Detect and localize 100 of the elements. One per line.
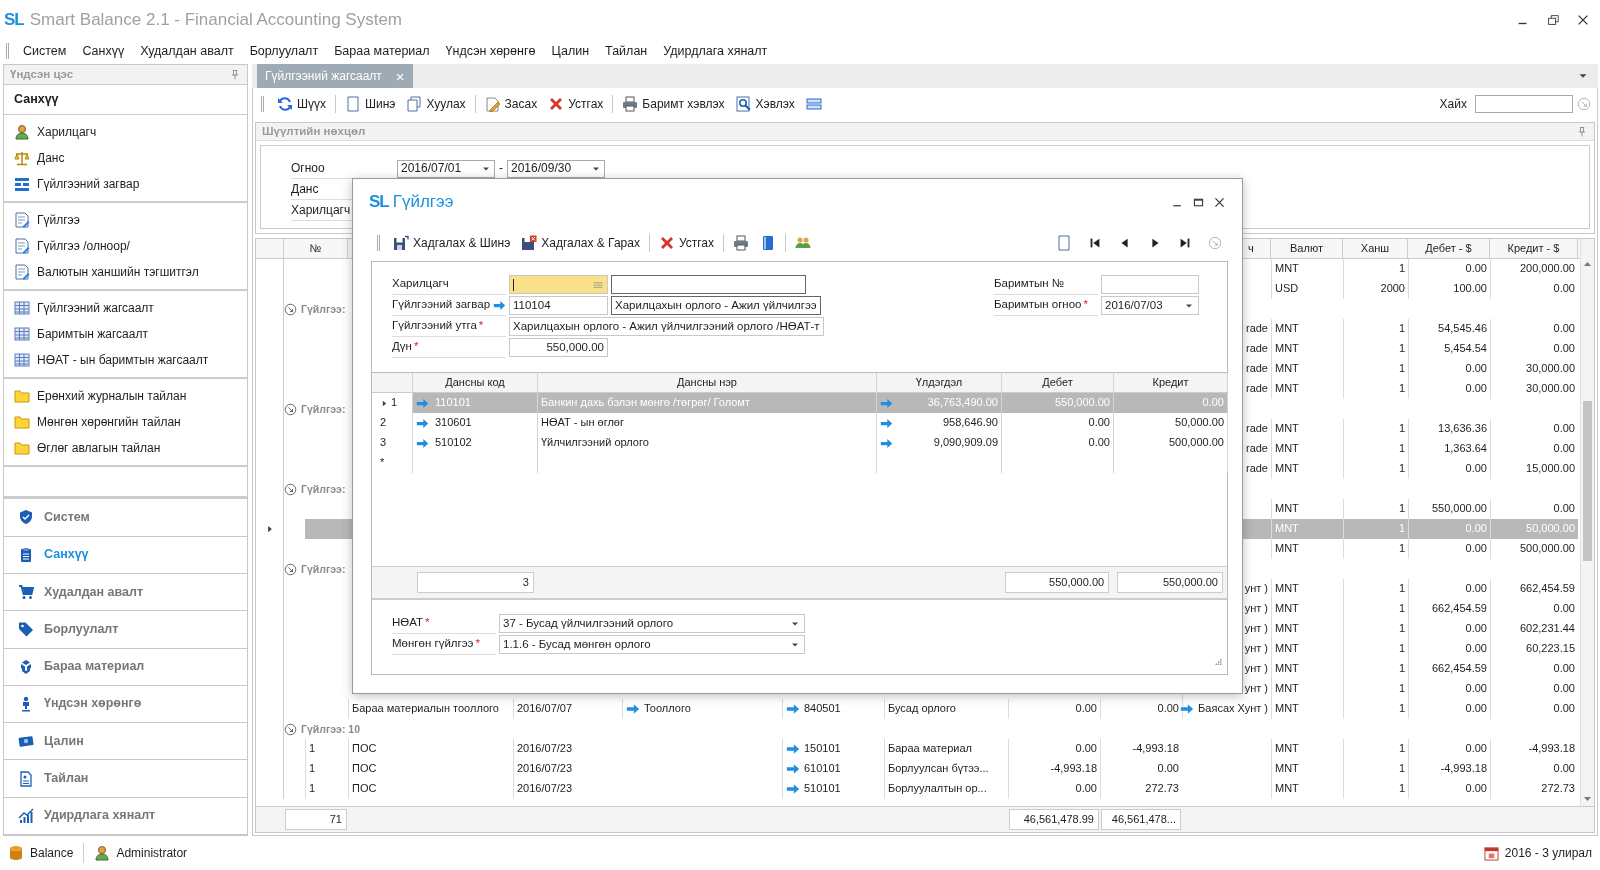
sidebar-item[interactable]: Валютын ханшийн тэгшитгэл bbox=[4, 259, 247, 285]
close-icon[interactable] bbox=[1213, 195, 1226, 209]
column-header[interactable]: Дебет bbox=[1042, 375, 1073, 390]
arrow-icon[interactable] bbox=[880, 436, 893, 450]
table-cell: 0.00 bbox=[1465, 642, 1487, 656]
table-cell: 0.00 bbox=[1465, 462, 1487, 476]
table-cell: 0.00 bbox=[1202, 396, 1224, 410]
table-cell: ПОС bbox=[352, 782, 377, 796]
toolbar-button[interactable]: Хадгалах & Гарах bbox=[517, 233, 644, 253]
dropdown-field[interactable]: 37 - Бусад үйлчилгээний орлого bbox=[499, 614, 805, 633]
toolbar-button[interactable]: Шүүх bbox=[273, 94, 330, 114]
go-icon[interactable] bbox=[1208, 236, 1222, 250]
column-header[interactable]: Дебет - $ bbox=[1425, 241, 1472, 256]
scroll-thumb[interactable] bbox=[1583, 401, 1592, 561]
input-field[interactable] bbox=[509, 275, 608, 294]
menu-item[interactable]: Тайлан bbox=[597, 43, 656, 59]
column-header[interactable]: Дансны код bbox=[445, 375, 505, 390]
table-cell: MNT bbox=[1275, 442, 1299, 456]
date-field[interactable]: 2016/07/03 bbox=[1101, 296, 1199, 315]
collapse-icon[interactable] bbox=[284, 402, 297, 416]
date-field[interactable]: 2016/09/30 bbox=[507, 159, 605, 178]
column-header[interactable]: Кредит - $ bbox=[1507, 241, 1560, 256]
menu-item[interactable]: Систем bbox=[15, 43, 75, 59]
search-field[interactable] bbox=[1475, 95, 1573, 113]
menu-item[interactable]: Удирдлага хяналт bbox=[655, 43, 776, 59]
arrow-icon[interactable] bbox=[880, 396, 893, 410]
menu-item[interactable]: Цалин bbox=[543, 43, 598, 59]
menu-item[interactable]: Худалдан авалт bbox=[132, 43, 242, 59]
input-field[interactable] bbox=[611, 275, 806, 294]
arrow-icon[interactable] bbox=[880, 416, 893, 430]
arrow-icon[interactable] bbox=[416, 396, 429, 410]
arrow-icon[interactable] bbox=[1180, 702, 1195, 716]
input-field[interactable]: Харилцахын орлого - Ажил үйлчилгээ bbox=[611, 296, 821, 315]
sidebar-item[interactable]: Харилцагч bbox=[4, 119, 247, 145]
column-header[interactable]: Ханш bbox=[1360, 241, 1390, 256]
column-header[interactable]: ч bbox=[1248, 241, 1254, 256]
scrollbar[interactable] bbox=[1580, 239, 1594, 806]
column-header[interactable]: Кредит bbox=[1152, 375, 1189, 390]
column-header[interactable]: Үлдэгдэл bbox=[915, 375, 963, 390]
column-header[interactable]: Дансны нэр bbox=[677, 375, 737, 390]
new-page-icon[interactable] bbox=[1056, 235, 1072, 251]
scroll-up-icon[interactable] bbox=[1583, 261, 1592, 267]
toolbar-button[interactable]: Устгах bbox=[654, 233, 719, 253]
sidebar-item[interactable]: Гүйлгээ /олноор/ bbox=[4, 233, 247, 259]
collapse-icon[interactable] bbox=[284, 482, 297, 496]
sidebar-item[interactable]: Баримтын жагсаалт bbox=[4, 321, 247, 347]
table-row[interactable]: 1 110101 Банкин дахь бэлэн мөнгө /төгрөг/ Голомт 36,763,490.00 550,000.00 0.00 bbox=[372, 393, 1227, 413]
arrow-icon[interactable] bbox=[786, 742, 800, 756]
restore-icon[interactable] bbox=[1546, 13, 1560, 27]
menu-item[interactable]: Борлуулалт bbox=[241, 43, 327, 59]
toolbar-button[interactable]: Баримт хэвлэх bbox=[618, 94, 729, 114]
arrow-icon[interactable] bbox=[786, 782, 800, 796]
toolbar-button[interactable]: Хэвлэх bbox=[731, 94, 799, 114]
table-row[interactable]: 2 310601 НӨАТ - ын өглөг 958,646.90 0.00 50,000.00 bbox=[372, 413, 1227, 433]
sidebar-item[interactable]: Мөнгөн хөрөнгийн тайлан bbox=[4, 409, 247, 435]
go-icon[interactable] bbox=[1577, 97, 1591, 111]
arrow-icon[interactable] bbox=[786, 762, 800, 776]
menu-item[interactable]: Үндсэн хөрөнгө bbox=[437, 43, 544, 59]
sidebar-item[interactable]: Гүйлгээний загвар bbox=[4, 171, 247, 197]
column-header[interactable]: № bbox=[309, 241, 322, 256]
input-field[interactable]: 550,000.00 bbox=[509, 338, 608, 357]
toolbar-button[interactable]: Засах bbox=[480, 94, 542, 114]
collapse-icon[interactable] bbox=[284, 302, 297, 316]
table-row[interactable]: 3 510102 Үйлчилгээний орлого 9,090,909.09 0.00 500,000.00 bbox=[372, 433, 1227, 453]
pin-icon[interactable] bbox=[1576, 125, 1588, 138]
toolbar-button[interactable]: Шинэ bbox=[341, 94, 400, 114]
shield-icon bbox=[18, 509, 34, 526]
table-cell: MNT bbox=[1275, 782, 1299, 796]
input-field[interactable]: Харилцахын орлого - Ажил үйлчилгээний орлого /НӨАТ-т bbox=[509, 317, 824, 336]
input-field[interactable] bbox=[1101, 275, 1199, 294]
sidebar-item[interactable]: НӨАТ - ын баримтын жагсаалт bbox=[4, 347, 247, 373]
menu-item[interactable]: Бараа материал bbox=[326, 43, 438, 59]
date-field[interactable]: 2016/07/01 bbox=[397, 159, 495, 178]
close-icon[interactable] bbox=[1576, 13, 1590, 27]
sidebar-item[interactable]: Ерөнхий журналын тайлан bbox=[4, 383, 247, 409]
input-field[interactable]: 110104 bbox=[509, 296, 608, 315]
table-cell: 100.00 bbox=[1453, 282, 1487, 296]
column-header[interactable]: Валют bbox=[1290, 241, 1323, 256]
scroll-down-icon[interactable] bbox=[1583, 796, 1592, 802]
sidebar-item[interactable]: Өглөг авлагын тайлан bbox=[4, 435, 247, 461]
collapse-icon[interactable] bbox=[284, 722, 297, 736]
pin-icon[interactable] bbox=[229, 68, 241, 81]
last-icon[interactable] bbox=[1178, 236, 1192, 250]
collapse-icon[interactable] bbox=[284, 562, 297, 576]
arrow-icon[interactable] bbox=[786, 702, 800, 716]
toolbar-button[interactable]: Хуулах bbox=[402, 94, 470, 114]
menu-item[interactable]: Санхүү bbox=[74, 43, 133, 59]
arrow-icon[interactable] bbox=[626, 702, 640, 716]
arrow-icon[interactable] bbox=[416, 436, 429, 450]
arrow-icon[interactable] bbox=[416, 416, 429, 430]
sidebar-item[interactable]: Данс bbox=[4, 145, 247, 171]
sidebar-item[interactable]: Гүйлгээ bbox=[4, 207, 247, 233]
arrow-icon[interactable] bbox=[493, 298, 506, 312]
dropdown-field[interactable]: 1.1.6 - Бусад мөнгөн орлого bbox=[499, 635, 805, 654]
toolbar-button[interactable]: Хадгалах & Шинэ bbox=[389, 233, 515, 253]
toolbar-button[interactable]: Устгах bbox=[544, 94, 608, 114]
sidebar-item[interactable]: Гүйлгээний жагсаалт bbox=[4, 295, 247, 321]
table-cell: 1 bbox=[1398, 662, 1405, 676]
status-text[interactable]: 2016 - 3 улирал bbox=[1504, 845, 1592, 861]
first-icon[interactable] bbox=[1088, 236, 1102, 250]
